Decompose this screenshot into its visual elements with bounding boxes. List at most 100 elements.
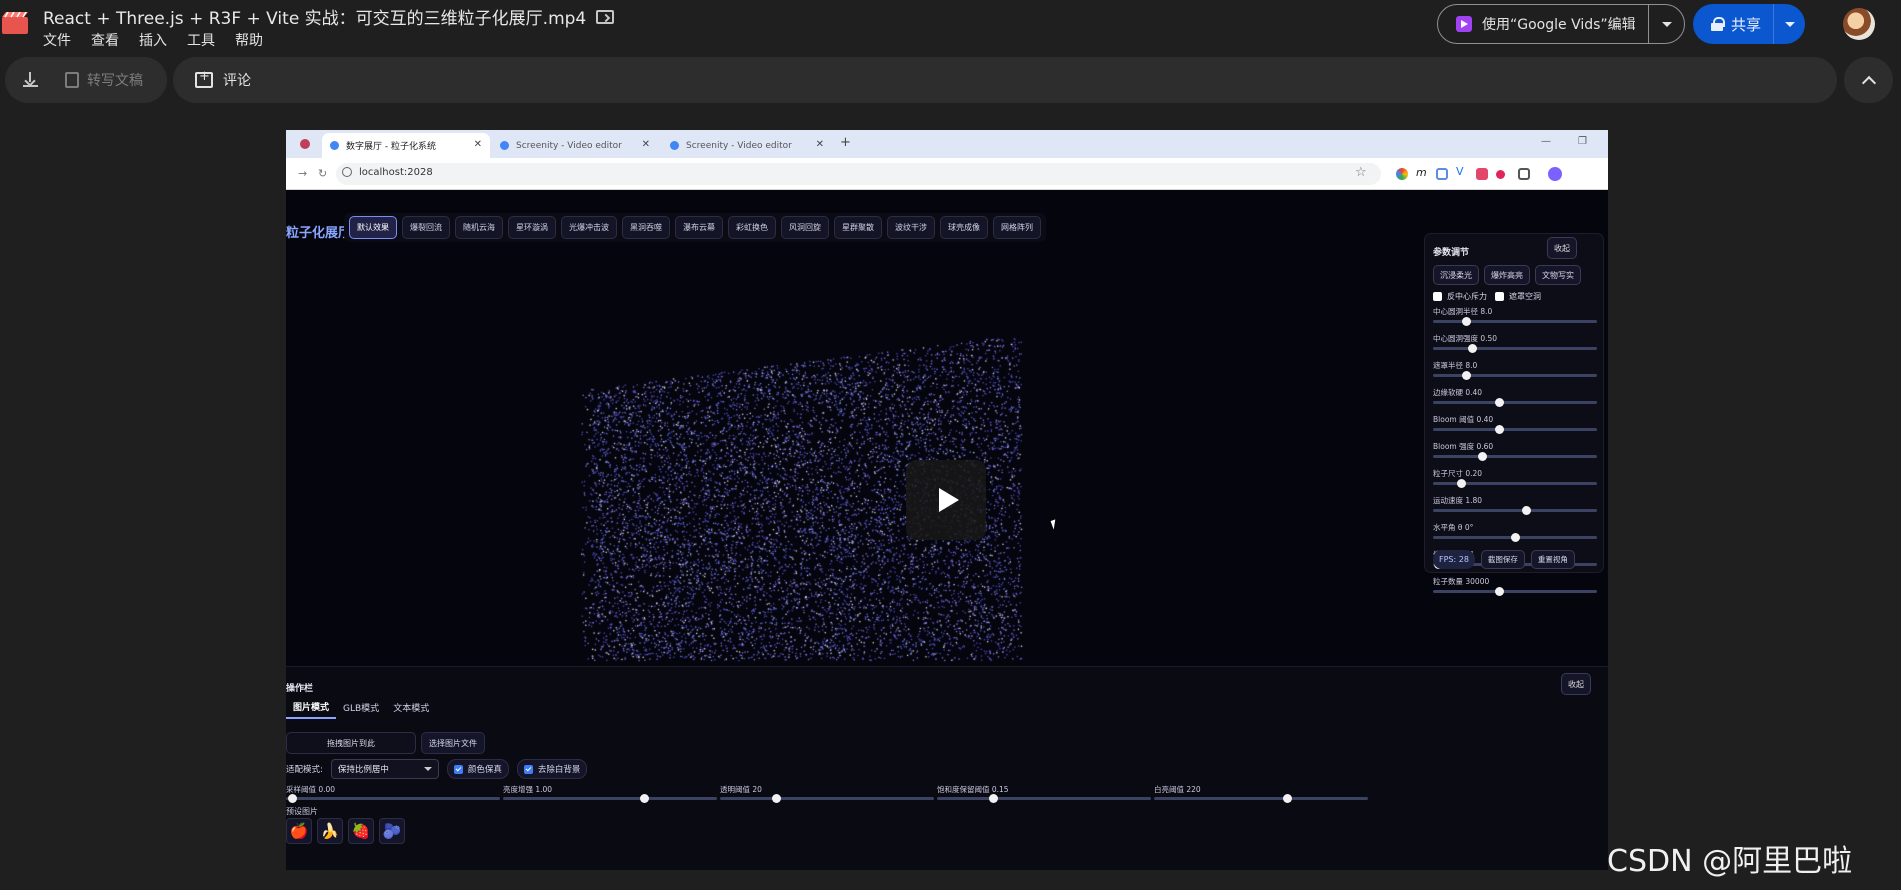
effect-button[interactable]: 网格阵列 <box>993 216 1041 239</box>
slider-thumb[interactable] <box>1522 506 1532 515</box>
effect-button[interactable]: 爆裂回流 <box>402 216 450 239</box>
slider-thumb[interactable] <box>1468 344 1478 353</box>
image-drop-zone[interactable]: 拖拽图片到此 <box>286 732 416 754</box>
browser-tab[interactable]: Screenity - Video editor ✕ <box>492 133 658 158</box>
ops-collapse-button[interactable]: 收起 <box>1561 673 1591 695</box>
new-tab-icon[interactable]: + <box>840 135 851 150</box>
extension-icon[interactable] <box>1396 168 1408 180</box>
tab-image-mode[interactable]: 图片模式 <box>286 695 337 719</box>
effect-button[interactable]: 星群聚散 <box>834 216 882 239</box>
preset-button[interactable]: 爆炸高亮 <box>1484 265 1530 285</box>
reset-view-button[interactable]: 重置视角 <box>1530 550 1575 569</box>
preset-image-blueberry[interactable]: 🫐 <box>379 818 405 844</box>
param-slider[interactable]: 粒子尺寸 0.20 <box>1433 468 1597 495</box>
forward-icon[interactable]: → <box>298 167 307 180</box>
browser-tab[interactable]: Screenity - Video editor ✕ <box>662 133 832 158</box>
slider-thumb[interactable] <box>640 794 650 803</box>
preset-button[interactable]: 沉浸柔光 <box>1433 265 1479 285</box>
extension-icon[interactable] <box>1496 170 1505 179</box>
preset-image-banana[interactable]: 🍌 <box>317 818 343 844</box>
reload-icon[interactable]: ↻ <box>318 167 327 180</box>
effect-button[interactable]: 星环漩涡 <box>508 216 556 239</box>
param-slider[interactable]: 遮罩半径 8.0 <box>1433 360 1597 387</box>
minimize-icon[interactable]: — <box>1541 136 1551 147</box>
play-button[interactable] <box>906 460 986 540</box>
extension-icon[interactable] <box>1436 168 1448 180</box>
share-button[interactable]: 共享 <box>1693 4 1805 44</box>
move-to-folder-icon[interactable] <box>596 9 615 24</box>
menu-help[interactable]: 帮助 <box>235 30 263 50</box>
slider-thumb[interactable] <box>1478 452 1488 461</box>
image-param-slider[interactable]: 采样阈值 0.00 <box>286 784 500 814</box>
effect-button[interactable]: 瀑布云幕 <box>675 216 723 239</box>
effect-button[interactable]: 球壳成像 <box>940 216 988 239</box>
tab-text-mode[interactable]: 文本模式 <box>386 695 436 719</box>
image-param-slider[interactable]: 透明阈值 20 <box>720 784 934 814</box>
slider-thumb[interactable] <box>1494 398 1504 407</box>
slider-track[interactable] <box>1433 401 1597 404</box>
slider-thumb[interactable] <box>771 794 781 803</box>
mask-hole-checkbox[interactable]: 遮罩空洞 <box>1495 291 1541 302</box>
share-dropdown-button[interactable] <box>1773 4 1805 44</box>
param-slider[interactable]: Bloom 阈值 0.40 <box>1433 414 1597 441</box>
collapse-header-button[interactable] <box>1844 57 1893 103</box>
extension-icon[interactable]: V <box>1456 165 1468 178</box>
star-icon[interactable]: ☆ <box>1355 165 1367 180</box>
slider-track[interactable] <box>1433 509 1597 512</box>
effect-button[interactable]: 随机云海 <box>455 216 503 239</box>
menu-file[interactable]: 文件 <box>43 30 71 50</box>
site-info-icon[interactable] <box>342 167 352 177</box>
extension-icon[interactable]: m <box>1416 166 1428 179</box>
avatar[interactable] <box>1843 8 1875 40</box>
tab-glb-mode[interactable]: GLB模式 <box>336 695 386 719</box>
fit-mode-select[interactable]: 保持比例居中 <box>330 759 439 779</box>
extension-icon[interactable] <box>1476 168 1488 180</box>
menu-tools[interactable]: 工具 <box>187 30 215 50</box>
image-param-slider[interactable]: 饱和度保留阈值 0.15 <box>937 784 1151 814</box>
slider-track[interactable] <box>503 797 717 800</box>
image-param-slider[interactable]: 亮度增强 1.00 <box>503 784 717 814</box>
slider-thumb[interactable] <box>988 794 998 803</box>
screenshot-button[interactable]: 截图保存 <box>1480 550 1525 569</box>
param-slider[interactable]: 中心圆洞半径 8.0 <box>1433 306 1597 333</box>
profile-icon[interactable] <box>1548 167 1562 181</box>
close-icon[interactable]: ✕ <box>642 139 650 150</box>
slider-track[interactable] <box>1433 428 1597 431</box>
vids-dropdown-button[interactable] <box>1648 5 1684 43</box>
slider-track[interactable] <box>1433 590 1597 593</box>
effect-button[interactable]: 默认效果 <box>349 216 397 239</box>
comment-button[interactable]: 评论 <box>223 70 251 90</box>
video-preview[interactable]: 数字展厅 - 粒子化系统 ✕ Screenity - Video editor … <box>286 130 1608 870</box>
slider-thumb[interactable] <box>1456 479 1466 488</box>
repel-checkbox[interactable]: 反中心斥力 <box>1433 291 1487 302</box>
edit-with-vids-button[interactable]: 使用“Google Vids”编辑 <box>1437 4 1685 44</box>
slider-thumb[interactable] <box>1461 371 1471 380</box>
param-slider[interactable]: 水平角 θ 0° <box>1433 522 1597 549</box>
slider-thumb[interactable] <box>288 794 298 803</box>
slider-track[interactable] <box>1433 320 1597 323</box>
effect-button[interactable]: 风洞回旋 <box>781 216 829 239</box>
effect-button[interactable]: 黑洞吞噬 <box>622 216 670 239</box>
menu-insert[interactable]: 插入 <box>139 30 167 50</box>
preset-image-strawberry[interactable]: 🍓 <box>348 818 374 844</box>
close-icon[interactable]: ✕ <box>816 139 824 150</box>
close-icon[interactable]: ✕ <box>474 139 482 150</box>
effect-button[interactable]: 波纹干涉 <box>887 216 935 239</box>
param-slider[interactable]: 粒子数量 30000 <box>1433 576 1597 603</box>
menu-view[interactable]: 查看 <box>91 30 119 50</box>
slider-thumb[interactable] <box>1461 317 1471 326</box>
browser-tab-active[interactable]: 数字展厅 - 粒子化系统 ✕ <box>322 133 490 158</box>
slider-thumb[interactable] <box>1511 533 1520 542</box>
slider-thumb[interactable] <box>1494 425 1504 434</box>
color-fidelity-checkbox[interactable]: 颜色保真 <box>446 759 509 779</box>
transcribe-button[interactable]: 转写文稿 <box>65 70 143 90</box>
add-comment-icon[interactable] <box>195 69 213 88</box>
image-param-slider[interactable]: 白亮阈值 220 <box>1154 784 1368 814</box>
slider-track[interactable] <box>286 797 500 800</box>
param-slider[interactable]: Bloom 强度 0.60 <box>1433 441 1597 468</box>
download-icon[interactable] <box>21 70 41 90</box>
slider-track[interactable] <box>1433 455 1597 458</box>
slider-track[interactable] <box>937 797 1151 800</box>
restore-icon[interactable]: ❐ <box>1578 136 1587 147</box>
param-slider[interactable]: 边缘软硬 0.40 <box>1433 387 1597 414</box>
